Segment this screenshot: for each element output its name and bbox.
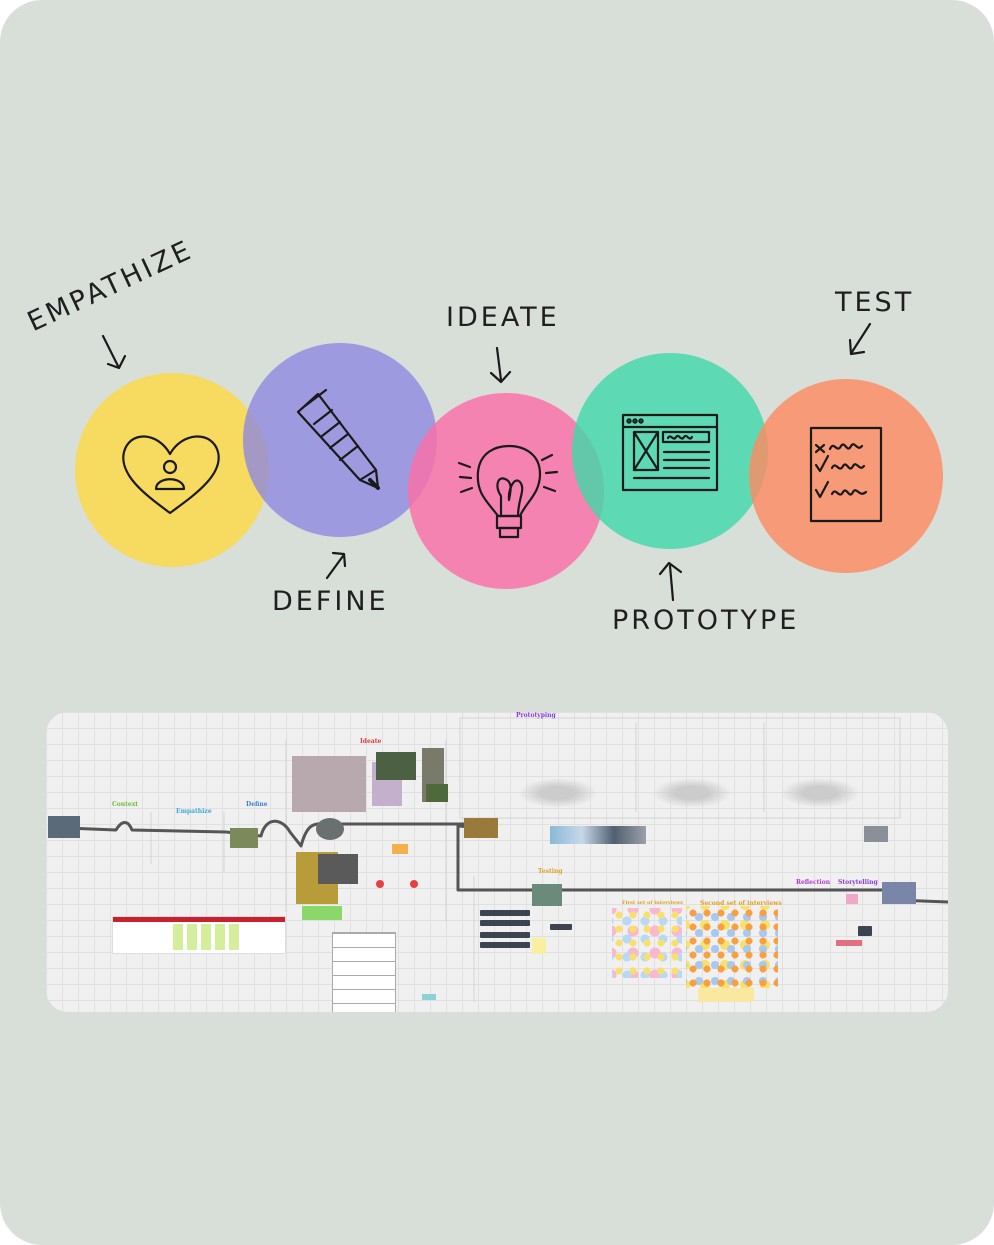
- photo-cluster: [426, 784, 448, 802]
- sticky-note: [392, 844, 408, 854]
- prototype-cluster: [780, 778, 860, 808]
- testing-tag: [550, 924, 572, 930]
- sticky-note: [376, 880, 384, 888]
- section-prototyping: Prototyping: [516, 712, 556, 719]
- table-header: [113, 917, 285, 922]
- sticky-note: [698, 988, 754, 1002]
- sticky-note: [302, 906, 342, 920]
- milestone-image: [882, 882, 916, 904]
- prototype-cluster: [518, 778, 598, 808]
- matrix-table: [112, 916, 286, 954]
- section-ideate: Ideate: [360, 738, 382, 745]
- section-storytelling: Storytelling: [838, 879, 878, 886]
- milestone-image: [48, 816, 80, 838]
- grid-table: [332, 932, 396, 1012]
- section-context: Context: [112, 801, 139, 808]
- photo-cluster: [318, 854, 358, 884]
- testing-tag: [480, 942, 530, 948]
- board-lines: [65, 717, 948, 1002]
- arrow-prototype: [658, 561, 683, 602]
- whiteboard-overview: Context Empathize Define Ideate Prototyp…: [46, 712, 948, 1012]
- test-circle: [749, 379, 943, 573]
- milestone-image: [316, 818, 344, 840]
- section-reflection: Reflection: [796, 879, 831, 886]
- design-thinking-diagram: [75, 322, 943, 602]
- journey-path: [65, 819, 948, 904]
- photo-cluster: [292, 756, 366, 812]
- testing-tag: [480, 910, 530, 916]
- storytelling-tag: [858, 926, 872, 936]
- empathize-circle: [75, 373, 269, 567]
- photo-cluster: [376, 752, 416, 780]
- photo-strip: [550, 826, 646, 844]
- sticky-note: [422, 994, 436, 1000]
- sticky-note: [846, 894, 858, 904]
- sticky-note: [836, 940, 862, 946]
- testing-tag: [480, 920, 530, 926]
- photo-cluster: [864, 826, 888, 842]
- arrow-test: [848, 322, 872, 356]
- sticky-note: [410, 880, 418, 888]
- ideate-circle: [408, 393, 604, 589]
- section-empathize: Empathize: [176, 808, 212, 815]
- sticky-note: [532, 938, 546, 954]
- milestone-image: [464, 818, 498, 838]
- section-testing: Testing: [538, 868, 563, 875]
- card: EMPATHIZE DEFINE IDEATE PROTOTYPE TEST C…: [0, 0, 994, 1245]
- milestone-image: [532, 884, 562, 906]
- section-define: Define: [246, 801, 268, 808]
- section-first-interviews: First set of interviews: [622, 900, 683, 906]
- prototype-cluster: [652, 778, 732, 808]
- interview-notes: [686, 906, 778, 988]
- milestone-image: [230, 828, 258, 848]
- interview-notes: [612, 908, 682, 978]
- arrow-define: [325, 551, 347, 580]
- testing-tag: [480, 932, 530, 938]
- arrow-ideate: [489, 346, 512, 384]
- arrow-empathize: [101, 334, 127, 370]
